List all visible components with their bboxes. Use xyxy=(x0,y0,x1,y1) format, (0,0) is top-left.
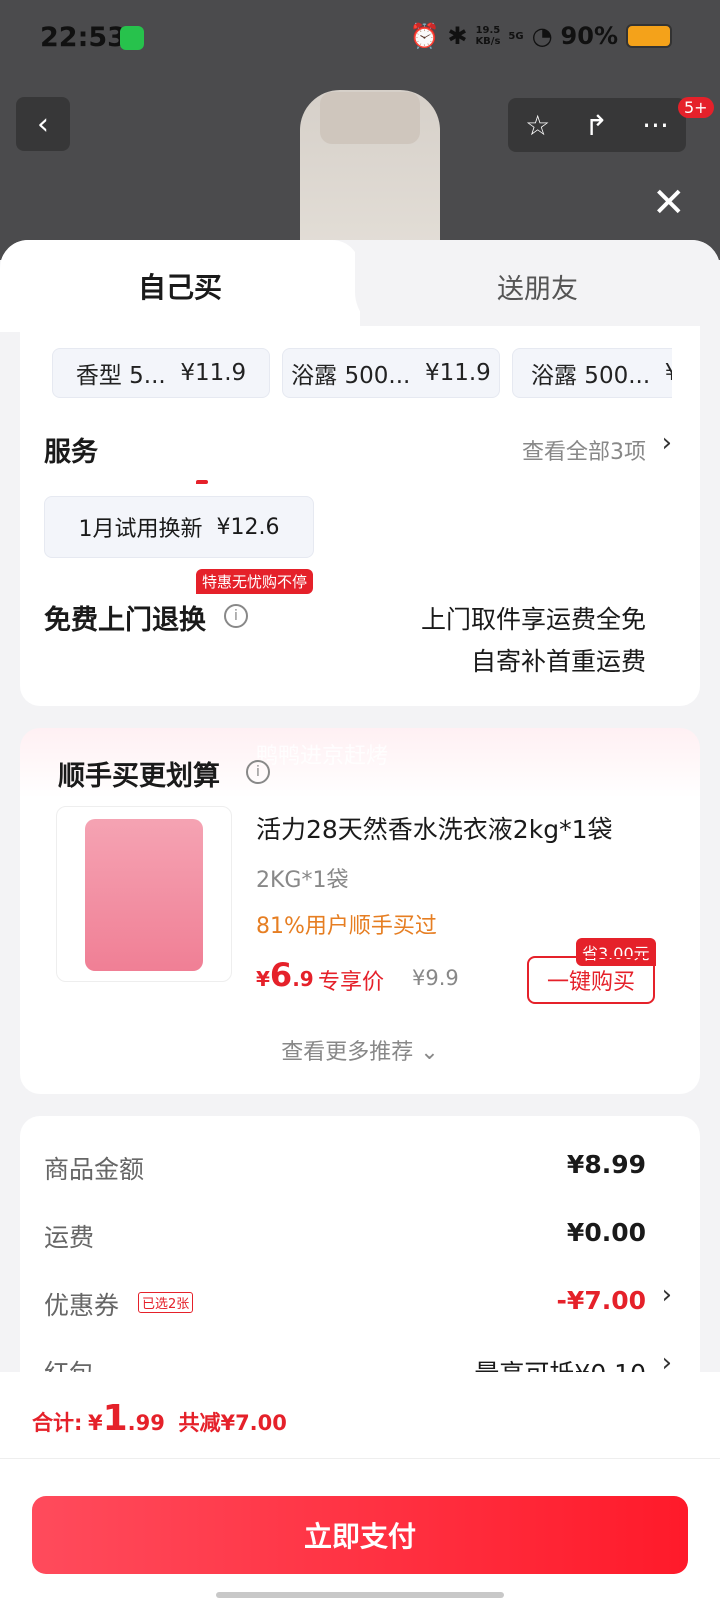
divider xyxy=(0,1458,720,1459)
bundle-product-name[interactable]: 活力28天然香水洗衣液2kg*1袋 xyxy=(256,810,612,846)
one-click-buy-button[interactable]: 一键购买 xyxy=(527,956,655,1004)
shipping-label: 运费 xyxy=(44,1223,95,1252)
status-bar: 22:53 ⏰ ✱ 19.5 KB/s 5G ◔ 90% xyxy=(0,0,720,80)
net-speed: 19.5 KB/s xyxy=(475,25,501,47)
service-option[interactable]: 1月试用换新 ¥12.6 xyxy=(44,496,314,558)
returns-line2: 自寄补首重运费 xyxy=(470,647,646,676)
chevron-right-icon[interactable]: › xyxy=(662,1280,672,1310)
top-actions: ☆ ↱ ··· xyxy=(508,98,686,152)
favorite-star-icon[interactable]: ☆ xyxy=(525,109,550,142)
bundle-original-price: ¥9.9 xyxy=(412,966,459,990)
returns-title: 免费上门退换 xyxy=(44,605,206,636)
pay-now-button[interactable]: 立即支付 xyxy=(32,1496,688,1574)
total-discount: 共减¥7.00 xyxy=(178,1411,287,1435)
signal-icon: 5G xyxy=(508,30,524,42)
chevron-down-icon: ⌄ xyxy=(420,1040,439,1065)
purchase-tabs: 自己买 送朋友 xyxy=(0,240,720,332)
wechat-icon xyxy=(120,26,144,50)
bundle-price-label: 专享价 xyxy=(318,970,385,995)
detergent-bag-image xyxy=(85,819,203,971)
bundle-product-image[interactable] xyxy=(56,806,232,982)
bluetooth-icon: ✱ xyxy=(447,22,468,50)
total-label: 合计: xyxy=(32,1411,83,1435)
battery-icon xyxy=(626,24,672,48)
battery-percent: 90% xyxy=(560,22,618,50)
bundle-title: 顺手买更划算 xyxy=(58,761,220,792)
goods-amount-value: ¥8.99 xyxy=(566,1150,646,1179)
more-icon[interactable]: ··· xyxy=(642,109,669,142)
product-image-cap xyxy=(320,92,420,144)
coupon-count-tag: 已选2张 xyxy=(138,1292,194,1313)
service-view-all[interactable]: 查看全部3项 xyxy=(522,434,646,466)
bundle-card: 鸭鸭进京赶烤 顺手买更划算 i 活力28天然香水洗衣液2kg*1袋 2KG*1袋… xyxy=(20,728,700,1094)
returns-line1: 上门取件享运费全免 xyxy=(420,605,646,634)
alarm-icon: ⏰ xyxy=(409,22,440,50)
checkout-bar: 合计: ¥1.99 共减¥7.00 立即支付 xyxy=(0,1372,720,1600)
chevron-right-icon[interactable]: › xyxy=(662,428,672,458)
tab-gift[interactable]: 送朋友 xyxy=(355,240,720,332)
chevron-left-icon: ‹ xyxy=(37,106,49,142)
tab-self-buy[interactable]: 自己买 xyxy=(0,240,360,332)
info-icon[interactable]: i xyxy=(246,760,270,784)
service-title: 服务 xyxy=(44,437,98,468)
close-icon[interactable]: ✕ xyxy=(652,180,686,226)
info-icon[interactable]: i xyxy=(224,604,248,628)
service-promo-tag: 特惠无忧购不停 xyxy=(196,569,314,594)
spec-option[interactable]: 浴露 500... ¥11.9 xyxy=(282,348,500,398)
watermark-text: 鸭鸭进京赶烤 xyxy=(256,744,389,769)
message-badge: 5+ xyxy=(678,97,714,118)
coupon-label: 优惠券 xyxy=(44,1291,120,1320)
bundle-social-proof: 81%用户顺手买过 xyxy=(256,914,437,939)
total-summary: 合计: ¥1.99 共减¥7.00 xyxy=(32,1398,287,1439)
bundle-price: ¥6.9 xyxy=(256,956,314,994)
see-more-recommendations[interactable]: 查看更多推荐 ⌄ xyxy=(20,1034,700,1066)
spec-option[interactable]: 浴露 500... ¥ xyxy=(512,348,672,398)
share-icon[interactable]: ↱ xyxy=(584,109,607,142)
shipping-value: ¥0.00 xyxy=(566,1218,646,1247)
bundle-product-spec: 2KG*1袋 xyxy=(256,868,349,893)
spec-options: 香型 5... ¥11.9 浴露 500... ¥11.9 浴露 500... … xyxy=(52,348,672,398)
spec-option[interactable]: 香型 5... ¥11.9 xyxy=(52,348,270,398)
order-summary-card: 商品金额 ¥8.99 运费 ¥0.00 优惠券 已选2张 -¥7.00 › 红包… xyxy=(20,1116,700,1416)
wifi-icon: ◔ xyxy=(531,22,553,50)
coupon-value[interactable]: -¥7.00 xyxy=(557,1286,646,1315)
status-icons: ⏰ ✱ 19.5 KB/s 5G ◔ 90% xyxy=(409,22,672,50)
back-button[interactable]: ‹ xyxy=(16,97,70,151)
options-card: 香型 5... ¥11.9 浴露 500... ¥11.9 浴露 500... … xyxy=(20,326,700,706)
goods-amount-label: 商品金额 xyxy=(44,1155,145,1184)
service-promo-tag xyxy=(196,480,208,484)
home-indicator[interactable] xyxy=(216,1592,504,1598)
status-time: 22:53 xyxy=(40,22,126,53)
